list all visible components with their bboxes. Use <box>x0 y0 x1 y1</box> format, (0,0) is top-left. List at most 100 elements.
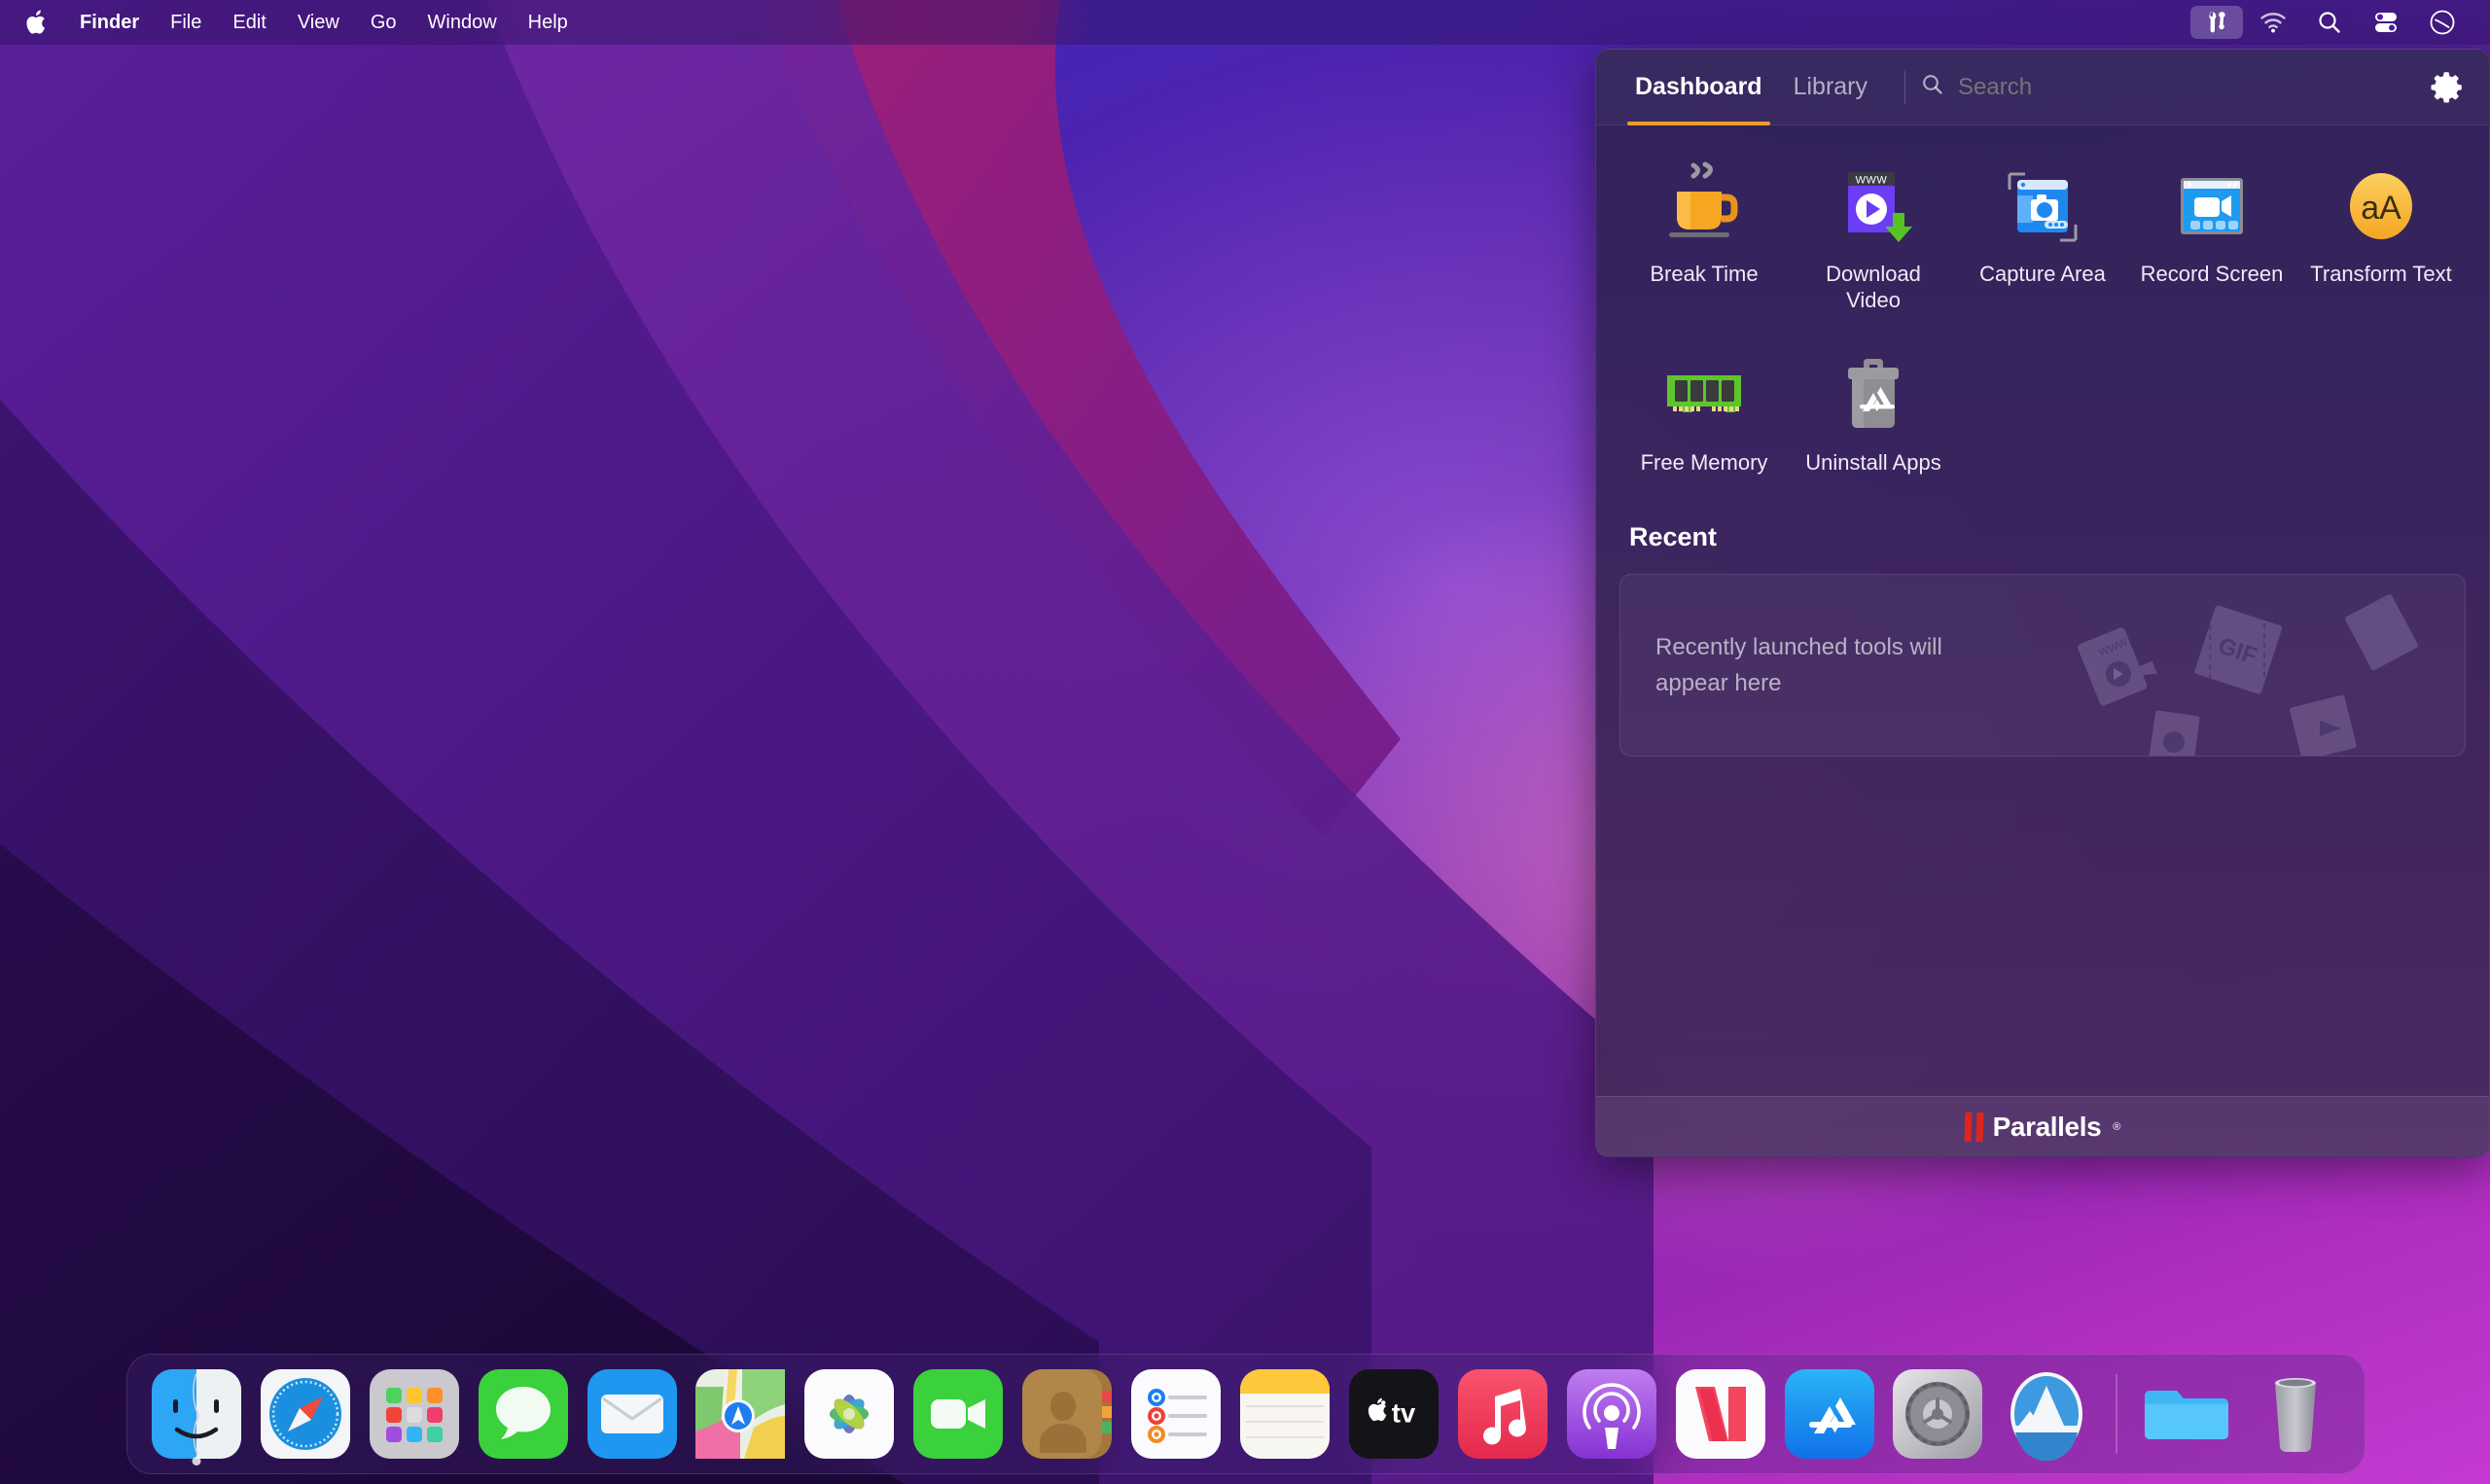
menu-item-finder[interactable]: Finder <box>64 9 155 36</box>
finder-icon <box>151 1369 241 1459</box>
dock-item-trash[interactable] <box>2242 1354 2349 1474</box>
menu-bar: Finder File Edit View Go Window Help <box>0 0 2490 45</box>
tab-dashboard-label: Dashboard <box>1635 73 1762 100</box>
coffee-cup-icon <box>1654 157 1755 258</box>
dock-item-music[interactable] <box>1449 1354 1556 1474</box>
dock-item-apple-tv[interactable]: tv <box>1340 1354 1447 1474</box>
dock-item-news[interactable] <box>1667 1354 1774 1474</box>
apple-logo-icon[interactable] <box>25 8 51 37</box>
system-preferences-icon <box>1893 1369 1983 1459</box>
panel-footer: Parallels ® <box>1596 1096 2489 1156</box>
dock: tv <box>126 1354 2366 1474</box>
parallels-toolbox-icon[interactable] <box>2190 6 2243 39</box>
dock-item-parallels-desktop[interactable] <box>1993 1354 2100 1474</box>
music-icon <box>1457 1369 1547 1459</box>
parallels-wordmark: Parallels <box>1992 1111 2102 1142</box>
spotlight-search-icon[interactable] <box>2303 6 2356 39</box>
search-icon <box>1921 73 1944 101</box>
tool-label: Break Time <box>1650 262 1759 286</box>
svg-text:aA: aA <box>2361 190 2401 227</box>
tools-grid: Break Time WWW Download Video Capture Ar… <box>1619 147 2466 487</box>
tool-label: Transform Text <box>2310 262 2452 286</box>
tool-label: Uninstall Apps <box>1805 449 1941 475</box>
podcasts-icon <box>1566 1369 1656 1459</box>
menu-item-help[interactable]: Help <box>513 9 584 36</box>
dock-item-maps[interactable] <box>688 1354 795 1474</box>
header-divider <box>1904 70 1906 104</box>
dock-separator <box>2116 1374 2118 1454</box>
dock-item-app-store[interactable] <box>1776 1354 1883 1474</box>
recent-placeholder-art: GIF WWW <box>2078 594 2418 757</box>
dock-item-mail[interactable] <box>579 1354 686 1474</box>
facetime-icon <box>913 1369 1004 1459</box>
dock-item-podcasts[interactable] <box>1558 1354 1665 1474</box>
parallels-logo: Parallels ® <box>1964 1111 2121 1143</box>
apple-tv-icon: tv <box>1348 1369 1439 1459</box>
maps-icon <box>695 1369 786 1459</box>
wifi-warning-icon[interactable] <box>2247 6 2299 39</box>
menu-item-go[interactable]: Go <box>355 9 412 36</box>
tool-label: Download Video <box>1826 262 1921 312</box>
record-screen-icon <box>2161 157 2262 258</box>
recent-section: Recent Recently launched tools will appe… <box>1619 522 2466 758</box>
svg-text:WWW: WWW <box>2097 637 2130 659</box>
menu-item-file[interactable]: File <box>155 9 217 36</box>
dock-item-notes[interactable] <box>1231 1354 1338 1474</box>
parallels-toolbox-panel: Dashboard Library Search Break Time WWW … <box>1595 49 2490 1157</box>
tool-label: Capture Area <box>1979 262 2106 286</box>
tool-transform-text[interactable]: aA Transform Text <box>2296 147 2466 326</box>
dock-item-downloads-folder[interactable] <box>2133 1354 2240 1474</box>
messages-icon <box>478 1369 568 1459</box>
memory-stick-icon <box>1654 345 1755 446</box>
dock-item-safari[interactable] <box>252 1354 359 1474</box>
menu-item-window[interactable]: Window <box>412 9 513 36</box>
dock-item-contacts[interactable] <box>1014 1354 1120 1474</box>
menu-bar-left: Finder File Edit View Go Window Help <box>0 8 584 37</box>
dock-running-indicator <box>192 1457 201 1466</box>
tab-library[interactable]: Library <box>1778 50 1883 125</box>
tool-free-memory[interactable]: Free Memory <box>1619 336 1789 488</box>
dock-item-photos[interactable] <box>796 1354 903 1474</box>
tab-library-label: Library <box>1793 73 1868 100</box>
tool-label: Record Screen <box>2140 262 2284 286</box>
menu-item-edit[interactable]: Edit <box>217 9 281 36</box>
tool-break-time[interactable]: Break Time <box>1619 147 1789 326</box>
dock-item-launchpad[interactable] <box>361 1354 468 1474</box>
recent-empty-text: Recently launched tools will appear here <box>1655 634 1942 697</box>
panel-body: Break Time WWW Download Video Capture Ar… <box>1596 125 2489 1096</box>
tab-dashboard[interactable]: Dashboard <box>1619 50 1778 125</box>
search-input[interactable] <box>1958 73 2309 101</box>
dock-item-messages[interactable] <box>470 1354 577 1474</box>
siri-icon[interactable] <box>2416 6 2469 39</box>
menu-bar-status-area <box>2190 6 2490 39</box>
parallels-bars-icon <box>1964 1112 1984 1142</box>
mail-icon <box>587 1369 677 1459</box>
app-store-icon <box>1784 1369 1874 1459</box>
uninstall-apps-icon <box>1823 345 1924 446</box>
dock-item-reminders[interactable] <box>1122 1354 1229 1474</box>
recent-title: Recent <box>1629 522 1718 552</box>
photos-icon <box>804 1369 895 1459</box>
dock-item-facetime[interactable] <box>905 1354 1012 1474</box>
tool-capture-area[interactable]: Capture Area <box>1958 147 2127 326</box>
dock-item-system-preferences[interactable] <box>1885 1354 1992 1474</box>
tool-uninstall-apps[interactable]: Uninstall Apps <box>1789 336 1958 488</box>
control-center-icon[interactable] <box>2360 6 2412 39</box>
svg-text:tv: tv <box>1392 1398 1416 1429</box>
tool-record-screen[interactable]: Record Screen <box>2127 147 2296 326</box>
capture-area-icon <box>1992 157 2093 258</box>
search-field[interactable] <box>1921 73 2425 101</box>
trash-icon <box>2275 1378 2317 1453</box>
recent-empty-card: Recently launched tools will appear here <box>1619 574 2466 758</box>
menu-item-view[interactable]: View <box>282 9 355 36</box>
tool-download-video[interactable]: WWW Download Video <box>1789 147 1958 326</box>
launchpad-icon <box>369 1369 459 1459</box>
parallels-registered-mark: ® <box>2113 1120 2121 1133</box>
panel-header: Dashboard Library <box>1596 50 2489 125</box>
download-video-icon: WWW <box>1823 157 1924 258</box>
folder-icon <box>2145 1391 2229 1439</box>
reminders-icon <box>1131 1369 1222 1459</box>
gear-icon[interactable] <box>2425 66 2468 109</box>
transform-text-icon: aA <box>2330 157 2432 258</box>
dock-item-finder[interactable] <box>143 1354 250 1474</box>
